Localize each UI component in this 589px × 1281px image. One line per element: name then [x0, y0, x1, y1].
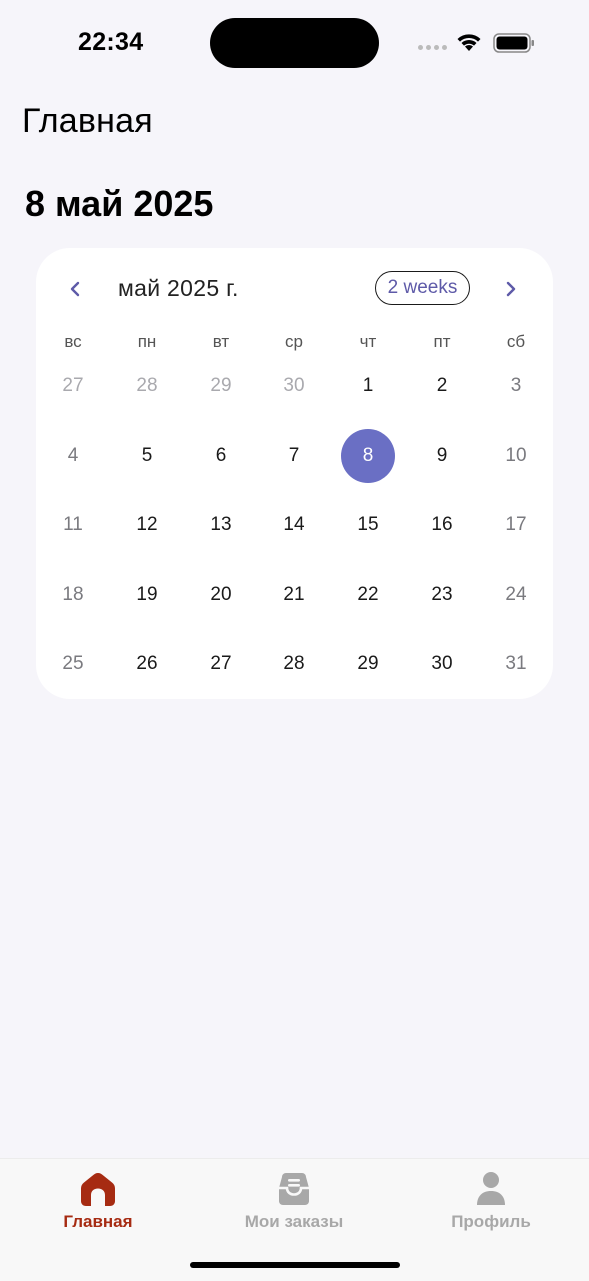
calendar-day[interactable]: 6: [194, 429, 248, 483]
calendar-day[interactable]: 28: [267, 637, 321, 691]
battery-icon: [493, 33, 534, 53]
calendar-day[interactable]: 13: [194, 498, 248, 552]
weekday-label: чт: [359, 332, 377, 351]
home-icon: [78, 1169, 118, 1209]
weekday-label: пн: [137, 332, 157, 351]
tab-home[interactable]: Главная: [18, 1169, 178, 1232]
orders-icon: [274, 1169, 314, 1209]
calendar-day[interactable]: 4: [46, 429, 100, 483]
calendar-day[interactable]: 21: [267, 568, 321, 622]
calendar-day[interactable]: 11: [46, 498, 100, 552]
calendar-day[interactable]: 18: [46, 568, 100, 622]
home-indicator: [190, 1262, 400, 1268]
status-time: 22:34: [78, 28, 144, 56]
calendar-day[interactable]: 25: [46, 637, 100, 691]
calendar-day[interactable]: 12: [120, 498, 174, 552]
calendar-day[interactable]: 5: [120, 429, 174, 483]
tab-label-home: Главная: [63, 1212, 133, 1231]
calendar-day[interactable]: 24: [489, 568, 543, 622]
tab-label-profile: Профиль: [451, 1212, 531, 1231]
calendar-day[interactable]: 14: [267, 498, 321, 552]
calendar-day[interactable]: 29: [341, 637, 395, 691]
weekday-label: вт: [212, 332, 230, 351]
weekday-header-row: вс пн вт ср чт пт сб: [36, 332, 553, 356]
calendar-day[interactable]: 16: [415, 498, 469, 552]
calendar-day[interactable]: 3: [489, 359, 543, 413]
calendar-format-button[interactable]: 2 weeks: [375, 271, 470, 305]
tab-my-orders[interactable]: Мои заказы: [214, 1169, 374, 1232]
calendar-day[interactable]: 27: [46, 359, 100, 413]
calendar-day[interactable]: 28: [120, 359, 174, 413]
calendar-day[interactable]: 7: [267, 429, 321, 483]
calendar-day[interactable]: 17: [489, 498, 543, 552]
calendar-day[interactable]: 9: [415, 429, 469, 483]
weekday-label: пт: [433, 332, 451, 351]
calendar-day[interactable]: 15: [341, 498, 395, 552]
calendar-day[interactable]: 2: [415, 359, 469, 413]
weekday-label: вс: [64, 332, 82, 351]
weekday-label: сб: [506, 332, 526, 351]
calendar-day[interactable]: 19: [120, 568, 174, 622]
wifi-icon: [457, 34, 481, 51]
calendar-day[interactable]: 30: [415, 637, 469, 691]
calendar-day[interactable]: 1: [341, 359, 395, 413]
dynamic-island: [210, 18, 379, 68]
calendar-day[interactable]: 30: [267, 359, 321, 413]
chevron-left-icon: [70, 281, 80, 297]
previous-month-button[interactable]: [62, 274, 88, 304]
calendar-day[interactable]: 23: [415, 568, 469, 622]
tab-label-my-orders: Мои заказы: [244, 1212, 344, 1231]
weekday-label: ср: [285, 332, 303, 351]
next-month-button[interactable]: [498, 274, 524, 304]
selected-date-heading: 8 май 2025: [25, 183, 214, 224]
calendar-day[interactable]: 27: [194, 637, 248, 691]
status-bar: 22:34: [0, 0, 589, 88]
calendar-day[interactable]: 20: [194, 568, 248, 622]
chevron-right-icon: [506, 281, 516, 297]
calendar-day[interactable]: 31: [489, 637, 543, 691]
cellular-signal-icon: [418, 45, 448, 53]
calendar-month-label[interactable]: май 2025 г.: [118, 275, 239, 302]
calendar-day[interactable]: 29: [194, 359, 248, 413]
calendar-day[interactable]: 10: [489, 429, 543, 483]
calendar-card: май 2025 г. 2 weeks вс пн вт ср чт пт сб 27 28 2…: [36, 248, 553, 699]
tab-profile[interactable]: Профиль: [411, 1169, 571, 1232]
profile-icon: [471, 1169, 511, 1209]
calendar-day-selected[interactable]: 8: [341, 429, 395, 483]
calendar-day[interactable]: 26: [120, 637, 174, 691]
page-title: Главная: [22, 102, 153, 140]
calendar-day[interactable]: 22: [341, 568, 395, 622]
